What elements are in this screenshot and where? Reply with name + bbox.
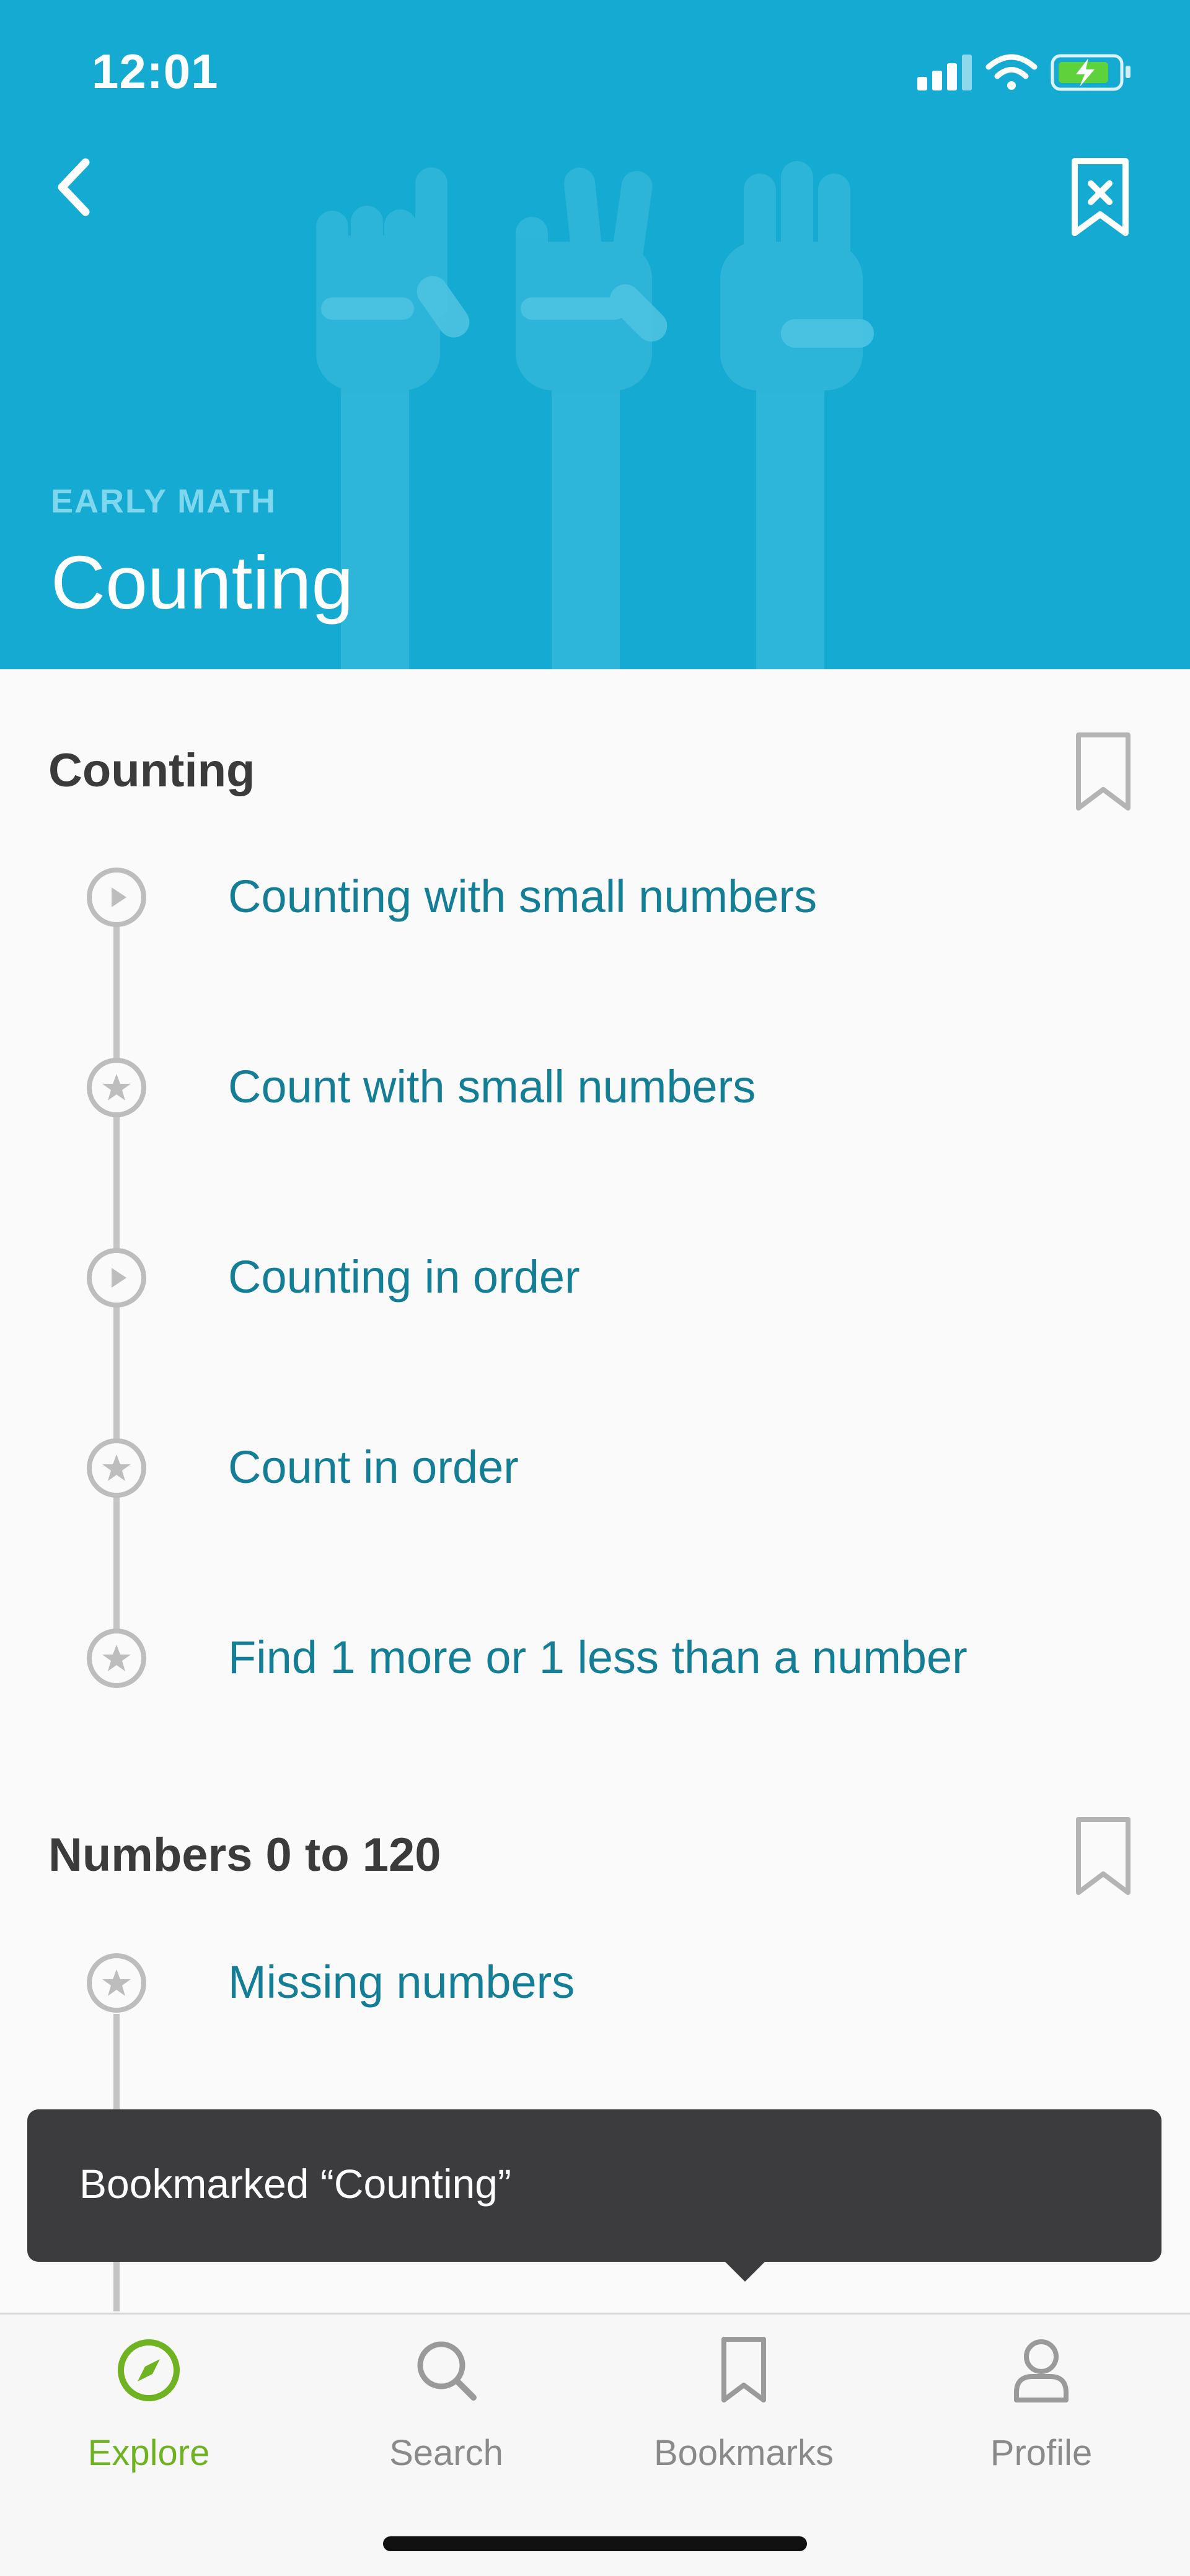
tab-label: Explore — [87, 2433, 210, 2473]
content-item-link[interactable]: Find 1 more or 1 less than a number — [228, 1631, 967, 1684]
home-indicator[interactable] — [383, 2536, 807, 2551]
video-node — [87, 1248, 146, 1308]
search-icon — [417, 2341, 477, 2401]
topic-header: 12:01 EARLY MATH Counting — [0, 0, 1190, 669]
bookmark-icon — [721, 2337, 766, 2402]
compass-icon — [118, 2339, 180, 2401]
exercise-node — [87, 1058, 146, 1117]
hands-illustration — [316, 161, 874, 669]
tab-label: Search — [389, 2433, 503, 2473]
person-icon — [1014, 2339, 1069, 2402]
status-icons — [917, 54, 1130, 91]
exercise-node — [87, 1438, 146, 1498]
star-icon — [102, 1074, 131, 1101]
remove-bookmark-icon[interactable] — [1066, 155, 1134, 242]
toast-text: Bookmarked “Counting” — [79, 2161, 511, 2207]
star-icon — [102, 1454, 131, 1481]
play-icon — [112, 887, 126, 907]
play-icon — [112, 1268, 126, 1288]
signal-icon — [917, 55, 972, 90]
tab-profile[interactable]: Profile — [892, 2314, 1190, 2500]
bookmark-icon[interactable] — [1072, 730, 1134, 817]
bookmark-icon[interactable] — [1072, 1814, 1134, 1901]
content-item-link[interactable]: Counting with small numbers — [228, 870, 817, 923]
content-item-link[interactable]: Count with small numbers — [228, 1060, 756, 1113]
tab-explore[interactable]: Explore — [0, 2314, 298, 2500]
tab-bar: Explore Search Bookmarks Profile — [0, 2313, 1190, 2576]
section-title-numbers: Numbers 0 to 120 — [48, 1829, 441, 1881]
wifi-icon — [985, 54, 1038, 90]
back-icon[interactable] — [43, 149, 118, 229]
tab-bookmarks[interactable]: Bookmarks — [595, 2314, 892, 2500]
content-item-link[interactable]: Missing numbers — [228, 1956, 575, 2008]
exercise-node — [87, 1629, 146, 1688]
tab-search[interactable]: Search — [298, 2314, 595, 2500]
tab-label: Bookmarks — [653, 2433, 834, 2473]
content-item-link[interactable]: Count in order — [228, 1441, 519, 1493]
toast-pointer — [719, 2256, 771, 2282]
toast-notification: Bookmarked “Counting” — [27, 2109, 1161, 2262]
section-title-counting: Counting — [48, 744, 255, 797]
content-item-link[interactable]: Counting in order — [228, 1251, 580, 1303]
subject-label: EARLY MATH — [51, 483, 277, 520]
tab-label: Profile — [990, 2433, 1093, 2473]
exercise-node — [87, 1953, 146, 2013]
status-time: 12:01 — [92, 44, 219, 99]
page-title: Counting — [51, 540, 354, 625]
star-icon — [102, 1969, 131, 1996]
star-icon — [102, 1645, 131, 1671]
video-node — [87, 868, 146, 927]
battery-icon — [1051, 54, 1130, 91]
